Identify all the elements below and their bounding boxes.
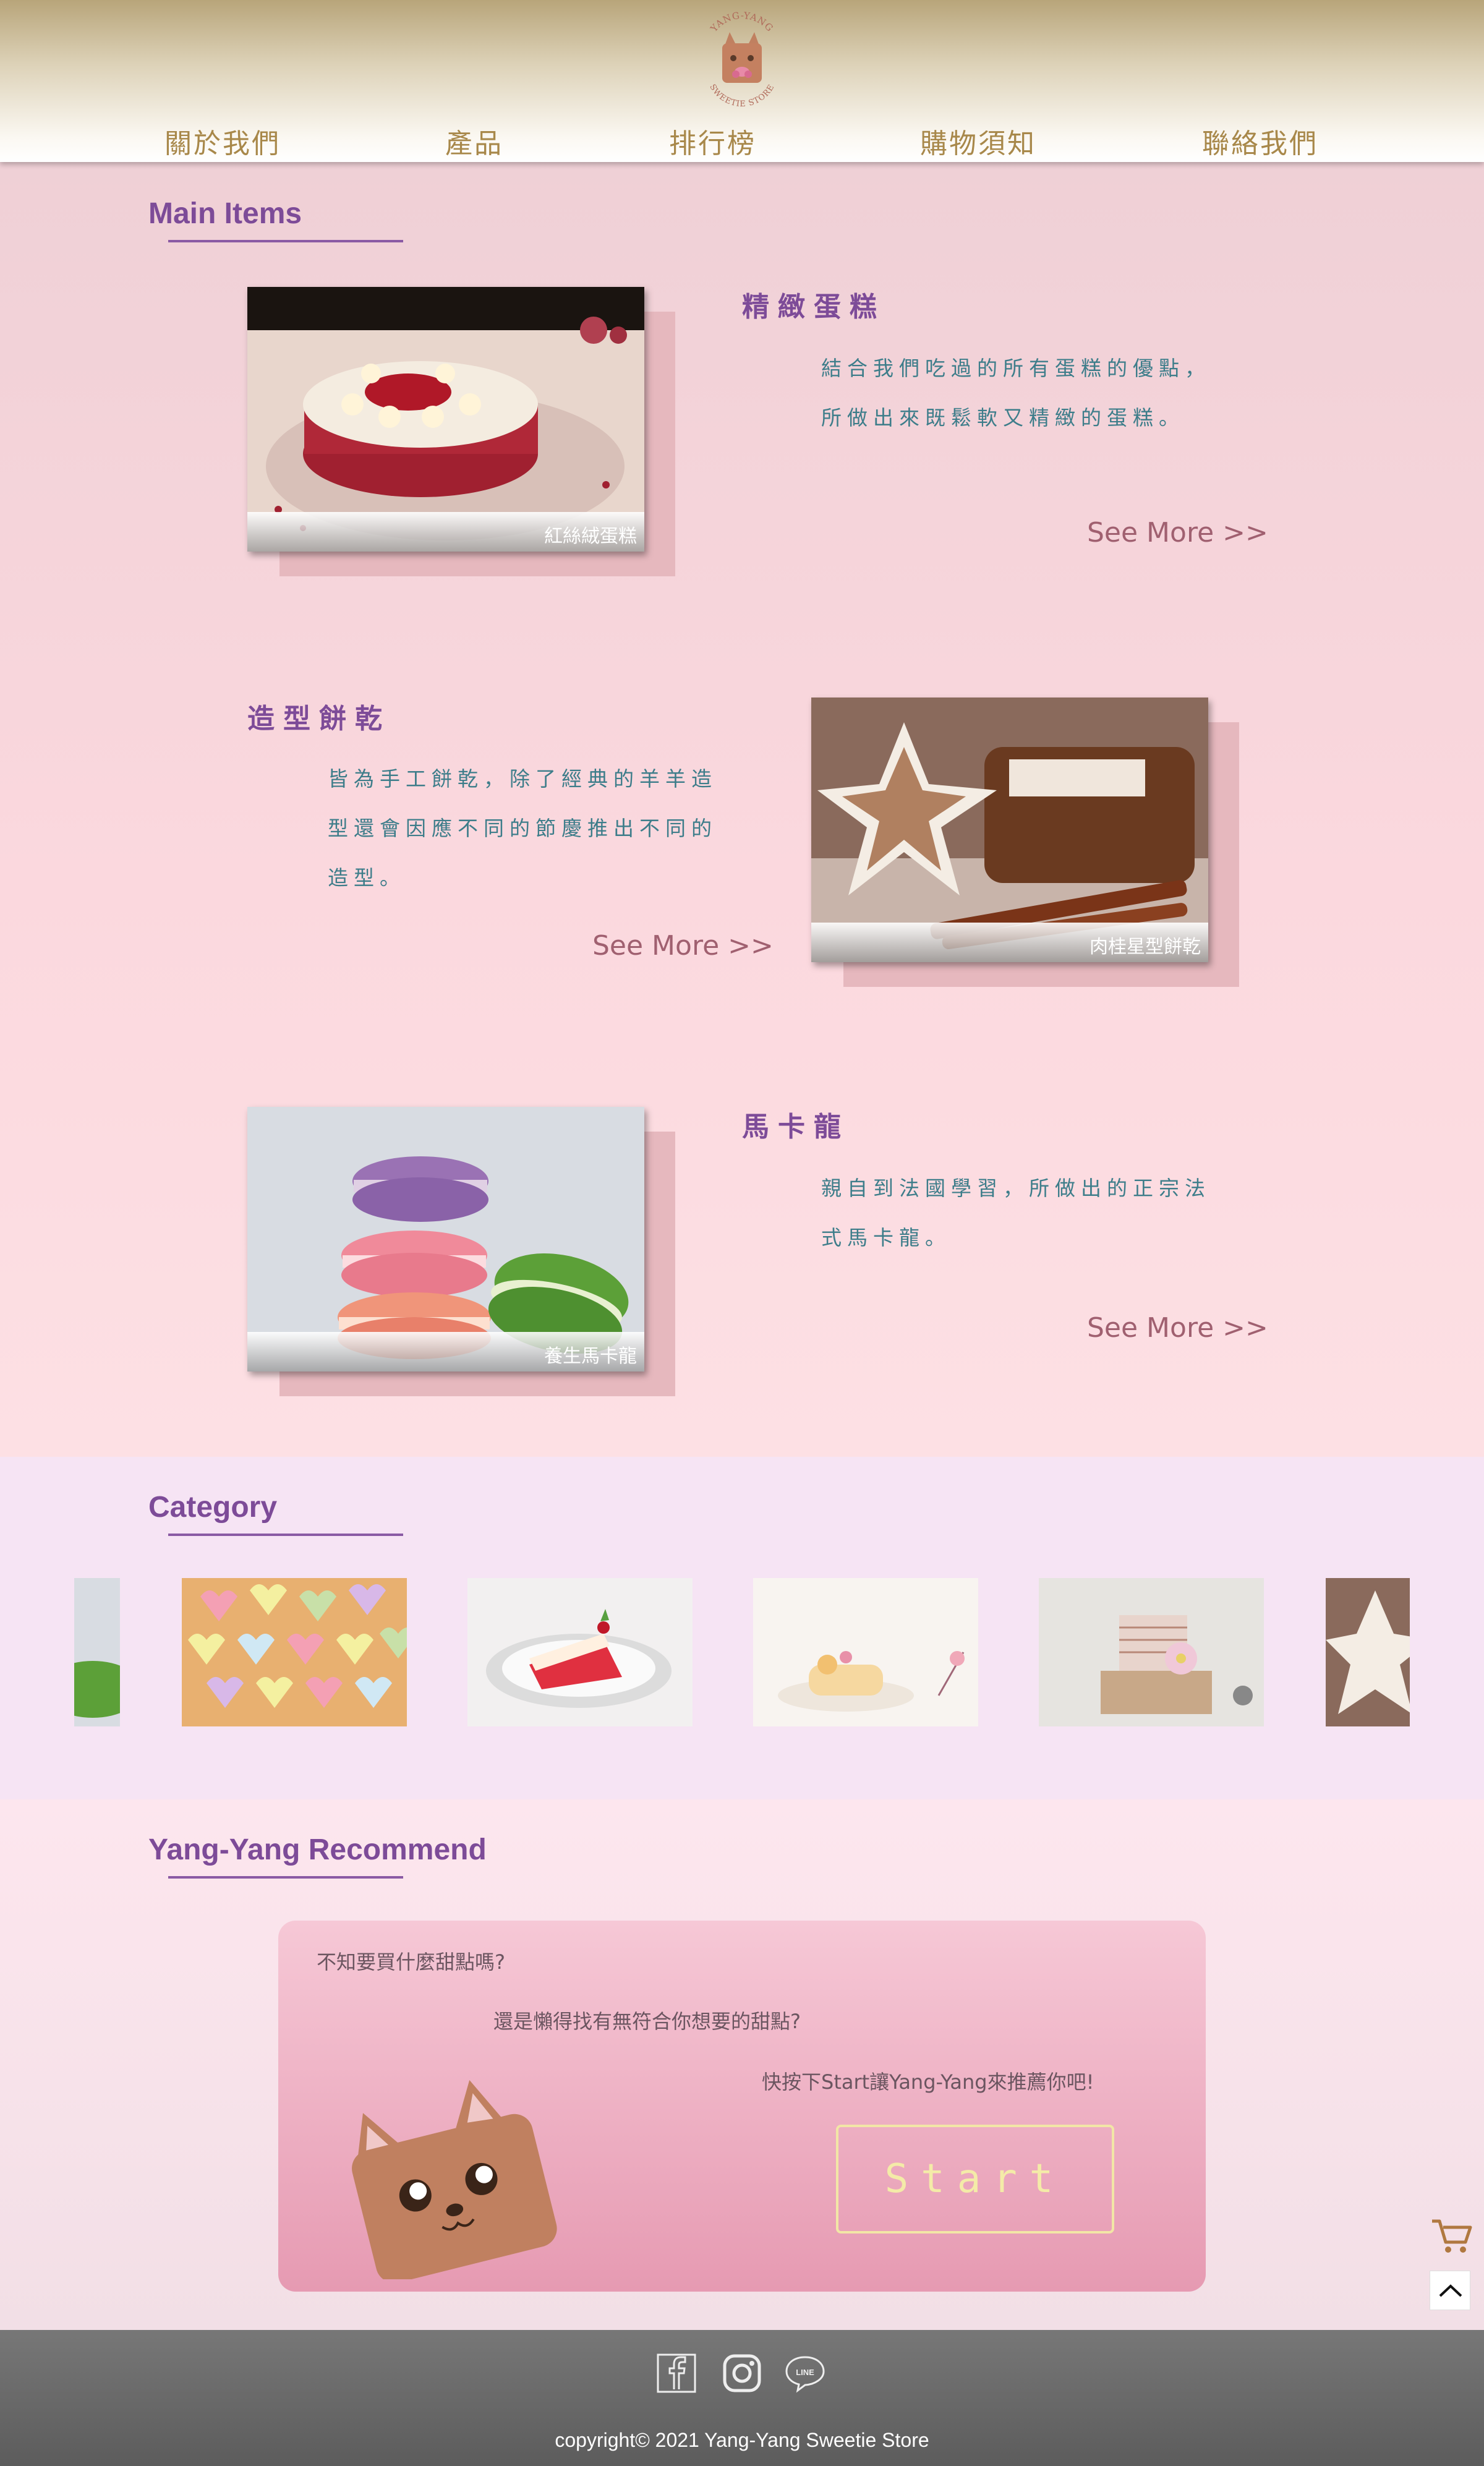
nav-ranking[interactable]: 排行榜 xyxy=(669,121,756,161)
recommend-title: Yang-Yang Recommend xyxy=(148,1833,487,1866)
logo-text-top: YANG-YANG xyxy=(708,10,775,35)
nav-contact[interactable]: 聯絡我們 xyxy=(1202,121,1318,161)
nav-products[interactable]: 產品 xyxy=(445,121,503,161)
category-title: Category xyxy=(148,1491,278,1524)
copyright-text: copyright© 2021 Yang-Yang Sweetie Store xyxy=(555,2429,929,2451)
svg-text:SWEETIE STORE: SWEETIE STORE xyxy=(707,83,776,109)
see-more-link[interactable]: See More >> xyxy=(1087,517,1268,548)
photo-caption: 養生馬卡龍 xyxy=(247,1332,644,1372)
site-header: YANG-YANG SWEETIE STORE 關於我們 產品 排行榜 購物須知… xyxy=(0,0,1484,162)
category-item-cheese[interactable]: 乳酪系列 xyxy=(753,1578,978,1739)
macaron-image: 養生馬卡龍 xyxy=(247,1107,644,1372)
item-title-cake: 精緻蛋糕 xyxy=(742,291,885,323)
start-button[interactable]: Start xyxy=(836,2125,1114,2233)
title-underline xyxy=(168,1534,403,1536)
yang-yang-mascot-icon xyxy=(340,2069,563,2284)
category-carousel[interactable]: 羊乳片 精緻蛋糕 乳酪系列 xyxy=(74,1578,1410,1739)
see-more-link[interactable]: See More >> xyxy=(592,930,774,962)
category-item-cookie[interactable]: 造 xyxy=(1326,1578,1410,1739)
main-items-section: Main Items 紅絲絨蛋糕 精緻蛋糕 結合我們吃過的所有蛋糕的優點，所做出… xyxy=(0,162,1484,1457)
recommend-line-1: 不知要買什麼甜點嗎? xyxy=(317,1950,505,1974)
category-section: Category xyxy=(0,1457,1484,1799)
category-item-mille-crepe[interactable]: 千層系列 xyxy=(1039,1578,1264,1739)
item-desc-cookies: 皆為手工餅乾，除了經典的羊羊造型還會因應不同的節慶推出不同的造型。 xyxy=(328,767,717,890)
cake-image: 紅絲絨蛋糕 xyxy=(247,287,644,552)
category-label: 羊乳片 xyxy=(182,1733,407,1739)
item-title-macaron: 馬卡龍 xyxy=(742,1111,850,1143)
nav-about[interactable]: 關於我們 xyxy=(164,121,281,161)
category-item-cake[interactable]: 精緻蛋糕 xyxy=(467,1578,693,1739)
category-label: 精緻蛋糕 xyxy=(467,1733,693,1739)
logo-text-bottom: SWEETIE STORE xyxy=(707,83,775,109)
site-logo[interactable]: YANG-YANG SWEETIE STORE xyxy=(697,9,787,109)
recommend-section: Yang-Yang Recommend 不知要買什麼甜點嗎? 還是懶得找有無符合… xyxy=(0,1799,1484,2330)
line-label: LINE xyxy=(796,2368,814,2377)
nav-shopping-info[interactable]: 購物須知 xyxy=(920,121,1036,161)
item-title-cookies: 造型餅乾 xyxy=(247,703,391,735)
item-photo-cookies[interactable]: 肉桂星型餅乾 xyxy=(811,698,1239,987)
back-to-top-button[interactable] xyxy=(1430,2271,1470,2310)
facebook-icon[interactable] xyxy=(655,2352,697,2394)
category-item-macaron[interactable] xyxy=(74,1578,120,1733)
category-item-milk-tablet[interactable]: 羊乳片 xyxy=(182,1578,407,1739)
see-more-link[interactable]: See More >> xyxy=(1087,1312,1268,1344)
category-label: 乳酪系列 xyxy=(753,1733,978,1739)
item-desc-macaron: 親自到法國學習，所做出的正宗法式馬卡龍。 xyxy=(821,1176,1211,1250)
svg-text:YANG-YANG: YANG-YANG xyxy=(708,10,776,35)
chevron-up-icon xyxy=(1439,2284,1462,2297)
shopping-cart-icon[interactable] xyxy=(1430,2216,1473,2256)
instagram-icon[interactable] xyxy=(721,2352,763,2394)
line-icon[interactable]: LINE xyxy=(784,2352,826,2394)
category-label: 千層系列 xyxy=(1039,1733,1264,1739)
recommend-line-3: 快按下Start讓Yang-Yang來推薦你吧! xyxy=(762,2070,1094,2094)
category-label: 造 xyxy=(1326,1733,1410,1739)
photo-caption: 紅絲絨蛋糕 xyxy=(247,512,644,552)
item-photo-macaron[interactable]: 養生馬卡龍 xyxy=(247,1107,675,1396)
item-desc-cake: 結合我們吃過的所有蛋糕的優點，所做出來既鬆軟又精緻的蛋糕。 xyxy=(821,356,1211,430)
main-items-title: Main Items xyxy=(148,197,302,230)
title-underline xyxy=(168,240,403,242)
cookie-image: 肉桂星型餅乾 xyxy=(811,698,1208,962)
recommend-line-2: 還是懶得找有無符合你想要的甜點? xyxy=(493,2010,801,2033)
photo-caption: 肉桂星型餅乾 xyxy=(811,923,1208,962)
site-footer: LINE copyright© 2021 Yang-Yang Sweetie S… xyxy=(0,2330,1484,2466)
item-photo-cake[interactable]: 紅絲絨蛋糕 xyxy=(247,287,675,576)
recommend-panel: 不知要買什麼甜點嗎? 還是懶得找有無符合你想要的甜點? 快按下Start讓Yan… xyxy=(278,1921,1206,2292)
title-underline xyxy=(168,1876,403,1879)
